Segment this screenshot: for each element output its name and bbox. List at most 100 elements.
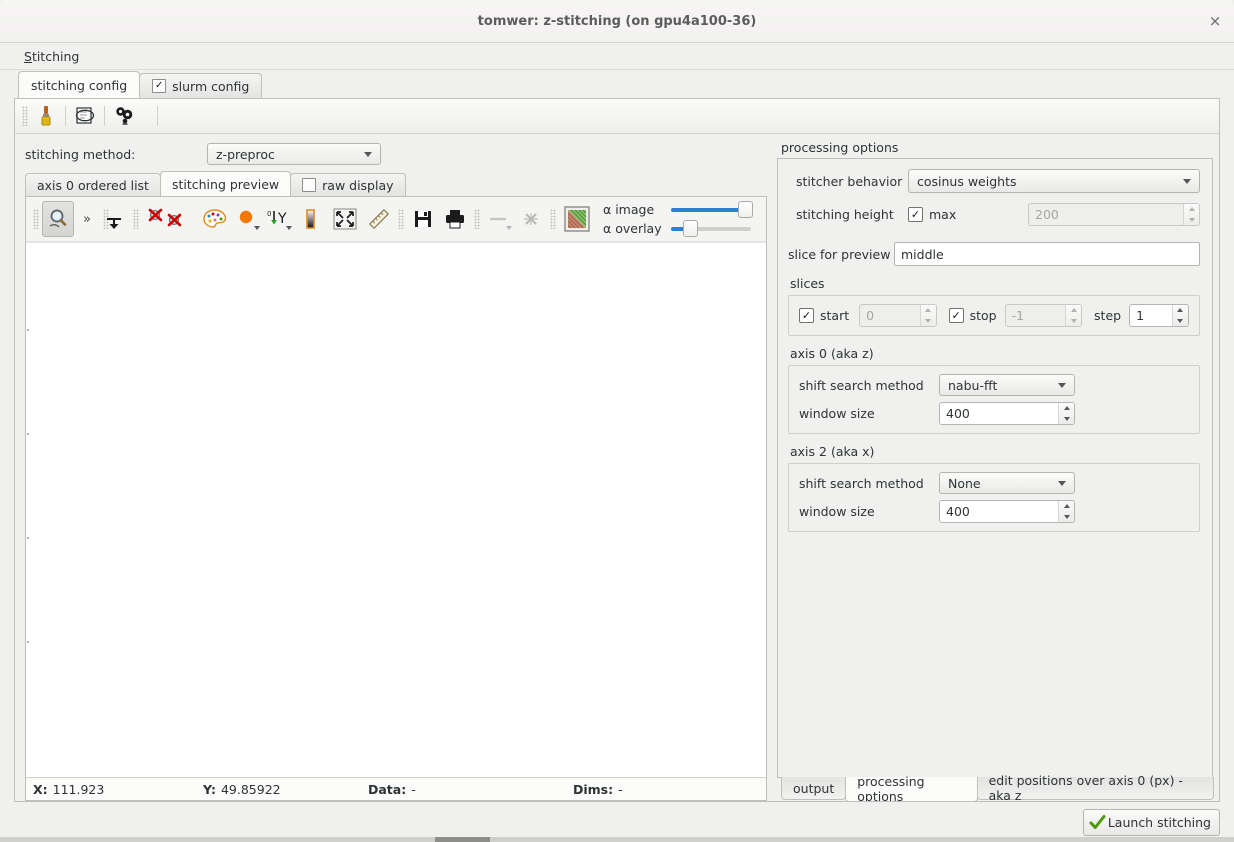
- slices-stop-spinbox: -1: [1004, 304, 1083, 327]
- stitching-height-max-checkbox[interactable]: ✓ max: [908, 207, 1028, 222]
- spinbox-up[interactable]: [1173, 305, 1188, 316]
- axis2-window-size-row: window size 400: [799, 500, 1189, 523]
- keep-aspect-ratio-icon[interactable]: [327, 201, 363, 237]
- spinbox-up[interactable]: [1059, 403, 1074, 414]
- spinbox-buttons[interactable]: [1058, 501, 1074, 522]
- chevron-down-icon: [1177, 318, 1184, 323]
- axis0-shift-search-label: shift search method: [799, 377, 924, 393]
- toolbar-separator: [65, 106, 66, 126]
- slice-for-preview-input[interactable]: middle: [894, 242, 1200, 266]
- spinbox-up[interactable]: [1059, 501, 1074, 512]
- chevron-down-icon[interactable]: [254, 226, 260, 230]
- application-window: tomwer: z-stitching (on gpu4a100-36) × S…: [0, 0, 1234, 842]
- tab-stitching-config[interactable]: stitching config: [18, 71, 141, 98]
- spinbox-buttons[interactable]: [1058, 403, 1074, 424]
- chevron-down-icon[interactable]: [286, 226, 292, 230]
- stitching-height-spinbox: 200: [1028, 203, 1200, 226]
- y-axis-orientation-icon[interactable]: 0 Y: [263, 201, 295, 237]
- plot-toolbar-grip[interactable]: [133, 209, 139, 229]
- status-x-value: 111.923: [52, 781, 105, 797]
- menu-bar: Stitching: [0, 43, 1234, 70]
- axis-tick: [27, 537, 29, 539]
- slices-step-label: step: [1094, 308, 1122, 323]
- axis2-window-size-spinbox[interactable]: 400: [939, 500, 1075, 523]
- stitching-height-value: 200: [1035, 207, 1059, 222]
- axis0-window-size-label: window size: [799, 406, 875, 421]
- alpha-overlay-label: α overlay: [603, 221, 662, 236]
- close-icon[interactable]: ×: [1206, 12, 1224, 30]
- spinbox-down[interactable]: [1059, 414, 1074, 425]
- launch-stitching-button[interactable]: Launch stitching: [1082, 808, 1220, 836]
- processing-options-panel: stitcher behavior cosinus weights stitch…: [777, 158, 1213, 778]
- stitcher-behavior-select[interactable]: cosinus weights: [908, 169, 1200, 193]
- profile-ruler-icon[interactable]: [363, 201, 395, 237]
- chevron-down-icon[interactable]: [1219, 111, 1220, 115]
- tab-axis0-ordered-list[interactable]: axis 0 ordered list: [25, 173, 161, 196]
- right-pane: processing options stitcher behavior cos…: [777, 140, 1219, 801]
- colormap-palette-icon[interactable]: [199, 201, 231, 237]
- stitching-method-select[interactable]: z-preproc: [207, 143, 381, 165]
- slice-for-preview-value: middle: [901, 246, 944, 262]
- plot-toolbar-grip[interactable]: [33, 209, 39, 229]
- save-icon[interactable]: [407, 201, 439, 237]
- axis2-shift-search-select[interactable]: None: [939, 472, 1075, 494]
- tab-processing-options[interactable]: processing options: [845, 774, 978, 801]
- axis0-window-size-spinbox[interactable]: 400: [939, 402, 1075, 425]
- colorbar-icon[interactable]: [295, 201, 327, 237]
- slices-stop-checkbox[interactable]: ✓ stop: [948, 308, 997, 323]
- tab-slurm-config[interactable]: ✓ slurm config: [139, 73, 263, 98]
- tab-edit-positions[interactable]: edit positions over axis 0 (px) - aka z: [976, 773, 1214, 801]
- spinbox-buttons[interactable]: [1171, 305, 1188, 327]
- tab-output[interactable]: output: [781, 777, 847, 800]
- stitching-height-row: stitching height ✓ max 200: [788, 203, 1200, 226]
- plot-toolbar-grip[interactable]: [398, 209, 404, 229]
- plot-canvas[interactable]: [26, 242, 766, 777]
- clean-brush-icon[interactable]: [31, 102, 61, 130]
- slices-stop-value: -1: [1011, 308, 1025, 323]
- alpha-overlay-row: α overlay: [603, 219, 751, 238]
- pan-mode-icon[interactable]: [98, 206, 130, 242]
- chevron-down-icon: [925, 318, 932, 323]
- slices-start-checkbox[interactable]: ✓ start: [799, 308, 849, 323]
- spinbox-down[interactable]: [1173, 316, 1188, 327]
- spinbox-down[interactable]: [1059, 512, 1074, 523]
- tab-slurm-config-checkbox[interactable]: ✓: [152, 79, 167, 93]
- chevron-up-icon: [925, 308, 932, 313]
- stitcher-behavior-label: stitcher behavior: [796, 173, 903, 189]
- checkbox-box: ✓: [799, 308, 814, 323]
- alpha-overlay-slider[interactable]: [671, 220, 751, 237]
- toolbar-grip[interactable]: [22, 106, 28, 126]
- spinbox-up: [921, 305, 936, 316]
- slider-knob[interactable]: [683, 220, 698, 237]
- mask-tool-icon[interactable]: [231, 201, 263, 237]
- axis0-shift-search-row: shift search method nabu-fft: [799, 374, 1189, 396]
- overflow-menu-icon[interactable]: »: [74, 201, 100, 237]
- processing-options-title: processing options: [781, 140, 899, 155]
- image-overlay-icon[interactable]: [559, 201, 595, 237]
- slices-step-spinbox[interactable]: 1: [1129, 304, 1189, 327]
- zoom-mode-icon[interactable]: [42, 201, 74, 237]
- axis2-shift-search-row: shift search method None: [799, 472, 1189, 494]
- axis0-window-size-row: window size 400: [799, 402, 1189, 425]
- window-horizontal-scrollbar[interactable]: [0, 837, 1234, 842]
- menu-item-stitching[interactable]: Stitching: [20, 47, 83, 66]
- print-icon[interactable]: [439, 201, 471, 237]
- load-configuration-icon[interactable]: [70, 102, 100, 130]
- plot-toolbar-grip[interactable]: [550, 209, 556, 229]
- chevron-down-icon: [1070, 318, 1077, 323]
- tab-stitching-preview[interactable]: stitching preview: [159, 171, 292, 196]
- options-gears-icon[interactable]: [109, 102, 139, 130]
- tab-raw-display-label: raw display: [322, 177, 394, 193]
- chevron-up-icon: [1070, 308, 1077, 313]
- plot-toolbar-grip[interactable]: [474, 209, 480, 229]
- tab-raw-display-checkbox[interactable]: [302, 178, 317, 192]
- tab-raw-display[interactable]: raw display: [290, 173, 406, 196]
- axis0-shift-search-select[interactable]: nabu-fft: [939, 374, 1075, 396]
- slider-knob[interactable]: [738, 201, 753, 218]
- alpha-controls: α image α overlay: [603, 198, 753, 240]
- clear-curves-icon[interactable]: [161, 206, 193, 242]
- scrollbar-thumb[interactable]: [435, 837, 490, 842]
- alpha-image-slider[interactable]: [671, 201, 753, 218]
- spinbox-buttons: [919, 305, 936, 326]
- alpha-image-row: α image: [603, 200, 753, 219]
